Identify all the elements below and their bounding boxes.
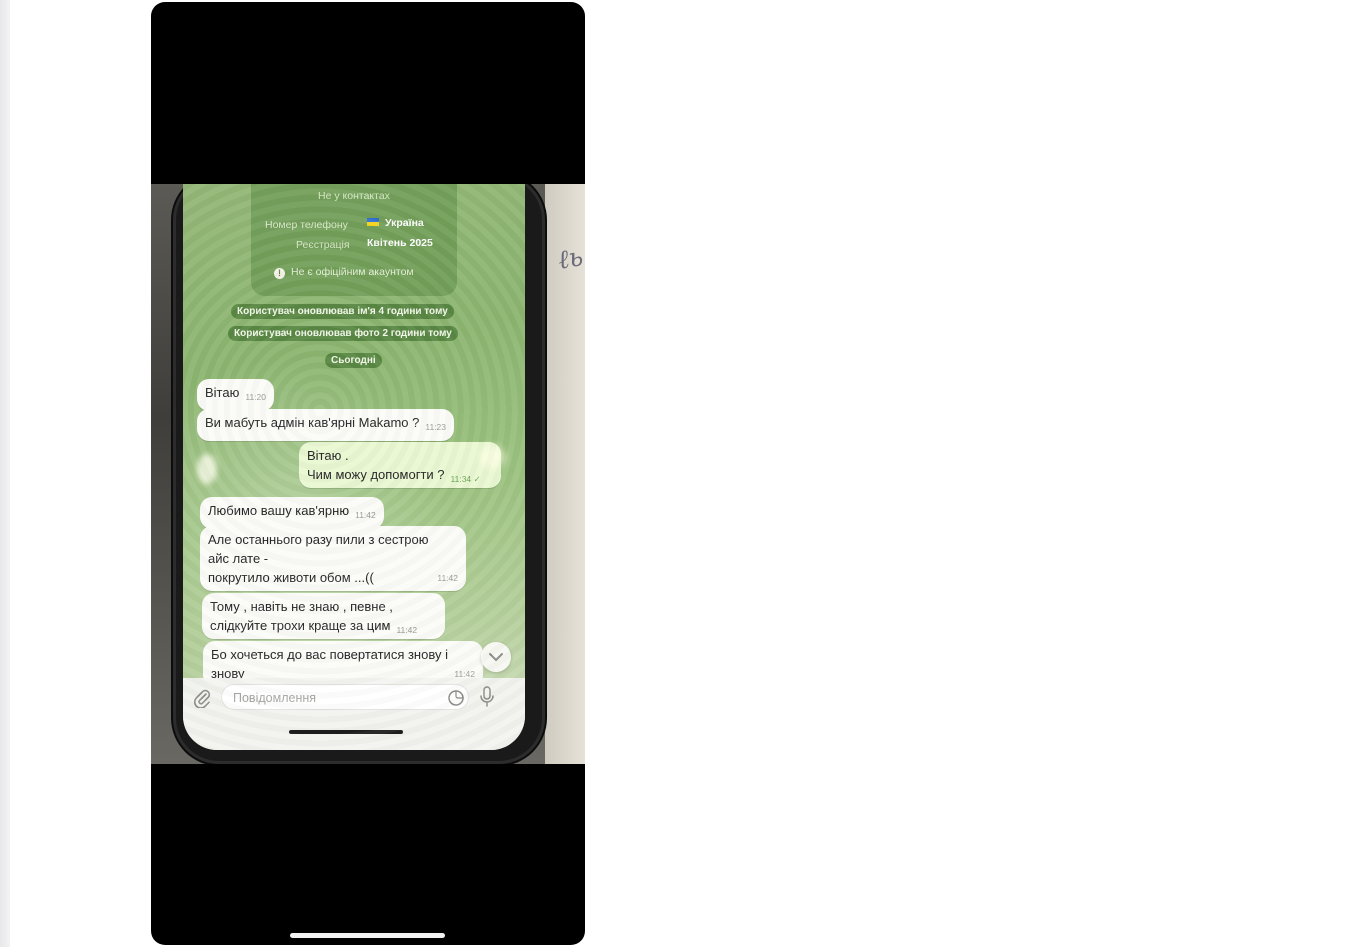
message-input-wrapper bbox=[221, 684, 469, 710]
message-text: Вітаю bbox=[205, 385, 240, 400]
paperclip-icon[interactable] bbox=[193, 688, 211, 713]
message-bubble[interactable]: Вітаю 11:20 bbox=[197, 379, 274, 411]
registration-label: Реєстрація bbox=[296, 239, 350, 251]
profile-info-card: Не у контактах Номер телефону Україна Ре… bbox=[251, 184, 457, 296]
phone-device: Не у контактах Номер телефону Україна Ре… bbox=[173, 184, 545, 764]
sticker-icon[interactable] bbox=[447, 689, 465, 712]
phone-label: Номер телефону bbox=[265, 219, 348, 231]
video-viewer: ℓь Не у контактах Номер телефону Україна… bbox=[151, 2, 585, 945]
message-text: Але останнього разу пили з сестрою bbox=[208, 532, 429, 547]
message-text: покрутило животи обом ...(( bbox=[208, 570, 374, 585]
message-text: слідкуйте трохи краще за цим 11:42 bbox=[210, 618, 418, 635]
phone-value: Україна bbox=[367, 217, 424, 229]
exclamation-icon: ! bbox=[274, 268, 285, 279]
message-text: Чим можу допомогти ? 11:34 ✓ bbox=[307, 467, 481, 484]
message-time: 11:42 bbox=[396, 625, 418, 635]
message-composer bbox=[183, 678, 525, 750]
message-text: айс лате - bbox=[208, 551, 269, 566]
message-bubble[interactable]: Ви мабуть адмін кав'ярні Makamo ? 11:23 bbox=[197, 409, 455, 441]
not-in-contacts-label: Не у контактах bbox=[318, 190, 390, 202]
message-time: 11:42 bbox=[437, 573, 458, 583]
message-input[interactable] bbox=[231, 688, 435, 708]
message-text: Тому , навіть не знаю , певне , bbox=[210, 599, 393, 614]
microphone-icon[interactable] bbox=[479, 686, 495, 713]
message-bubble[interactable]: Тому , навіть не знаю , певне , слідкуйт… bbox=[202, 593, 445, 639]
service-photo-update: Користувач оновлював фото 2 години тому bbox=[228, 326, 458, 341]
page-edge bbox=[0, 0, 10, 947]
message-text: Вітаю . bbox=[307, 448, 349, 463]
message-time: 11:23 bbox=[425, 422, 447, 432]
scroll-down-button[interactable] bbox=[481, 642, 511, 672]
video-home-indicator bbox=[290, 933, 445, 938]
message-text: Ви мабуть адмін кав'ярні Makamo ? bbox=[205, 415, 420, 430]
paper-scribble: ℓь bbox=[555, 242, 585, 276]
message-time: 11:20 bbox=[245, 392, 266, 402]
chat-screen: Не у контактах Номер телефону Україна Ре… bbox=[183, 184, 525, 750]
message-text: Любимо вашу кав'ярню bbox=[208, 503, 350, 518]
light-glare bbox=[197, 454, 217, 484]
message-time: 11:42 bbox=[355, 510, 376, 520]
chevron-down-icon bbox=[489, 653, 503, 661]
background-paper: ℓь bbox=[545, 184, 585, 764]
unofficial-notice-text: Не є офіційним акаунтом bbox=[291, 266, 414, 278]
message-bubble-outgoing[interactable]: Вітаю . Чим можу допомогти ? 11:34 ✓ bbox=[299, 442, 501, 488]
light-glare bbox=[479, 446, 505, 468]
registration-value: Квітень 2025 bbox=[367, 237, 433, 249]
message-time: 11:34 ✓ bbox=[450, 474, 481, 484]
date-divider: Сьогодні bbox=[325, 353, 382, 368]
photo-frame: ℓь Не у контактах Номер телефону Україна… bbox=[151, 184, 585, 764]
ukraine-flag-icon bbox=[367, 218, 379, 226]
message-bubble[interactable]: Але останнього разу пили з сестрою айс л… bbox=[200, 526, 466, 591]
phone-home-indicator bbox=[289, 730, 403, 734]
phone-country: Україна bbox=[385, 217, 424, 229]
message-bubble[interactable]: Любимо вашу кав'ярню 11:42 bbox=[200, 497, 384, 529]
service-name-update: Користувач оновлював ім'я 4 години тому bbox=[231, 304, 454, 319]
message-text: Бо хочеться до вас повертатися знову і bbox=[211, 647, 448, 662]
unofficial-notice: ! Не є офіційним акаунтом bbox=[274, 266, 414, 279]
